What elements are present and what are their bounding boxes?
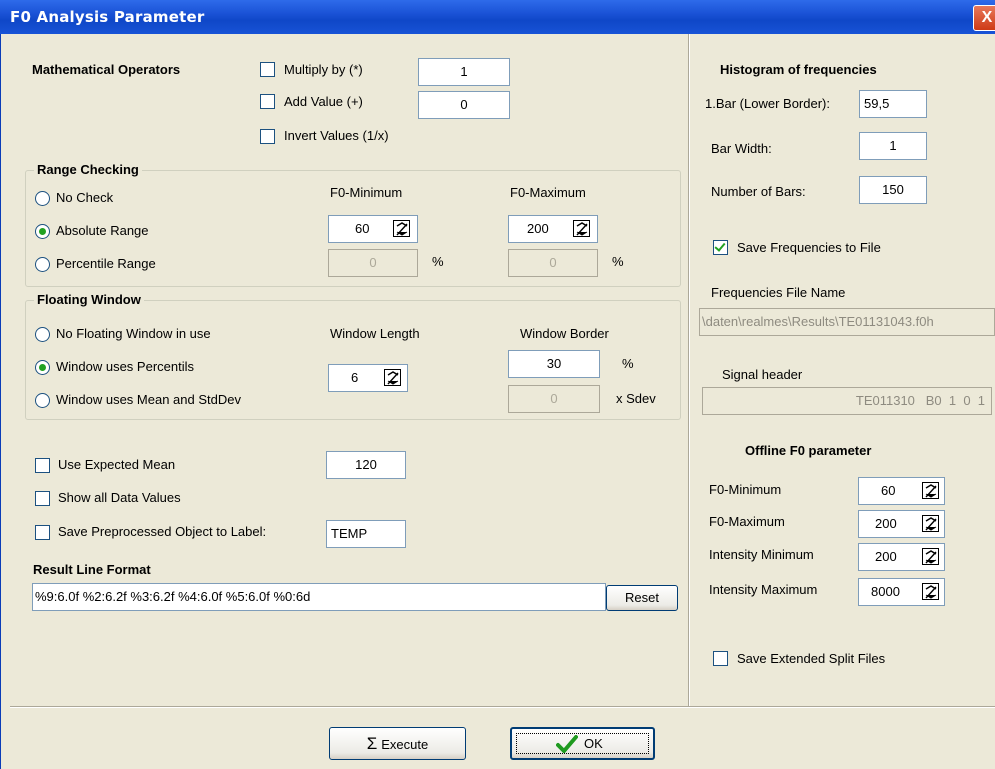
abs-max-spinner-icon[interactable] xyxy=(573,220,590,237)
add-value-input[interactable]: 0 xyxy=(418,91,510,119)
window-border-pct-input[interactable]: 30 xyxy=(508,350,600,378)
multiply-label: Multiply by (*) xyxy=(284,62,363,77)
int-min-label: Intensity Minimum xyxy=(709,547,814,562)
window-frame xyxy=(0,34,9,769)
vertical-divider xyxy=(688,34,689,706)
num-bars-input[interactable]: 150 xyxy=(859,176,927,204)
close-icon: X xyxy=(981,9,993,26)
bar-width-label: Bar Width: xyxy=(711,141,772,156)
offline-heading: Offline F0 parameter xyxy=(745,443,872,458)
window-border-header: Window Border xyxy=(520,326,609,341)
file-name-input[interactable]: \daten\realmes\Results\TE01131043.f0h xyxy=(699,308,995,336)
signal-header-input[interactable]: TE011310 B0 1 0 1 xyxy=(702,387,992,415)
radio-window-percentils[interactable] xyxy=(35,360,50,375)
math-heading: Mathematical Operators xyxy=(32,62,181,77)
add-value-checkbox[interactable] xyxy=(260,94,275,109)
execute-button[interactable]: Σ Execute xyxy=(329,727,466,760)
window-border-sdev-input[interactable]: 0 xyxy=(508,385,600,413)
save-frequencies-checkbox[interactable] xyxy=(713,240,728,255)
execute-label: Execute xyxy=(381,737,429,752)
radio-window-mean-stddev[interactable] xyxy=(35,393,50,408)
offline-f0-min-spinner-icon[interactable] xyxy=(922,482,939,499)
reset-button[interactable]: Reset xyxy=(606,585,678,611)
expected-mean-label: Use Expected Mean xyxy=(58,457,176,472)
num-bars-label: Number of Bars: xyxy=(711,184,806,199)
floating-window-heading: Floating Window xyxy=(34,292,144,307)
int-max-spinner-icon[interactable] xyxy=(922,583,939,600)
radio-percentile-range[interactable] xyxy=(35,257,50,272)
window-title: F0 Analysis Parameter xyxy=(10,8,205,26)
result-format-heading: Result Line Format xyxy=(33,562,151,577)
offline-f0-max-label: F0-Maximum xyxy=(709,514,785,529)
int-min-spinner-icon[interactable] xyxy=(922,548,939,565)
save-frequencies-label: Save Frequencies to File xyxy=(737,240,881,255)
lower-border-label: 1.Bar (Lower Border): xyxy=(705,96,830,111)
range-max-header: F0-Maximum xyxy=(510,185,586,200)
int-max-label: Intensity Maximum xyxy=(709,582,818,597)
sigma-icon: Σ xyxy=(366,734,378,753)
range-checking-heading: Range Checking xyxy=(34,162,142,177)
absolute-range-label: Absolute Range xyxy=(56,223,149,238)
save-split-label: Save Extended Split Files xyxy=(737,651,886,666)
lower-border-input[interactable]: 59,5 xyxy=(859,90,927,118)
file-name-label: Frequencies File Name xyxy=(711,285,846,300)
save-split-checkbox[interactable] xyxy=(713,651,728,666)
radio-absolute-range[interactable] xyxy=(35,224,50,239)
show-all-checkbox[interactable] xyxy=(35,491,50,506)
radio-no-floating-window[interactable] xyxy=(35,327,50,342)
window-mean-stddev-label: Window uses Mean and StdDev xyxy=(56,392,241,407)
percentile-range-label: Percentile Range xyxy=(56,256,156,271)
pct-max-unit: % xyxy=(612,254,624,269)
signal-header-label: Signal header xyxy=(722,367,803,382)
multiply-checkbox[interactable] xyxy=(260,62,275,77)
show-all-label: Show all Data Values xyxy=(58,490,181,505)
no-floating-window-label: No Floating Window in use xyxy=(56,326,211,341)
no-check-label: No Check xyxy=(56,190,114,205)
save-preprocessed-checkbox[interactable] xyxy=(35,525,50,540)
offline-f0-min-label: F0-Minimum xyxy=(709,482,782,497)
offline-f0-max-spinner-icon[interactable] xyxy=(922,515,939,532)
window-border-sdev-unit: x Sdev xyxy=(616,391,656,406)
pct-min-unit: % xyxy=(432,254,444,269)
bar-width-input[interactable]: 1 xyxy=(859,132,927,160)
close-button[interactable]: X xyxy=(973,5,995,31)
window-percentils-label: Window uses Percentils xyxy=(56,359,194,374)
result-format-input[interactable]: %9:6.0f %2:6.2f %3:6.2f %4:6.0f %5:6.0f … xyxy=(32,583,606,611)
histogram-heading: Histogram of frequencies xyxy=(720,62,877,77)
title-bar[interactable]: F0 Analysis Parameter X xyxy=(0,0,995,34)
add-value-label: Add Value (+) xyxy=(284,94,363,109)
checkmark-icon xyxy=(556,735,578,753)
horizontal-divider xyxy=(10,706,995,707)
ok-label: OK xyxy=(584,736,603,751)
pct-max-input[interactable]: 0 xyxy=(508,249,598,277)
abs-min-spinner-icon[interactable] xyxy=(393,220,410,237)
window-length-spinner-icon[interactable] xyxy=(384,369,401,386)
save-preprocessed-input[interactable]: TEMP xyxy=(326,520,406,548)
ok-button[interactable]: OK xyxy=(510,727,655,760)
window-border-pct-unit: % xyxy=(622,356,634,371)
range-min-header: F0-Minimum xyxy=(330,185,403,200)
multiply-input[interactable]: 1 xyxy=(418,58,510,86)
invert-label: Invert Values (1/x) xyxy=(284,128,389,143)
invert-checkbox[interactable] xyxy=(260,129,275,144)
window-length-header: Window Length xyxy=(330,326,420,341)
save-preprocessed-label: Save Preprocessed Object to Label: xyxy=(58,524,267,539)
radio-no-check[interactable] xyxy=(35,191,50,206)
expected-mean-checkbox[interactable] xyxy=(35,458,50,473)
expected-mean-input[interactable]: 120 xyxy=(326,451,406,479)
focus-ring xyxy=(516,733,649,754)
pct-min-input[interactable]: 0 xyxy=(328,249,418,277)
